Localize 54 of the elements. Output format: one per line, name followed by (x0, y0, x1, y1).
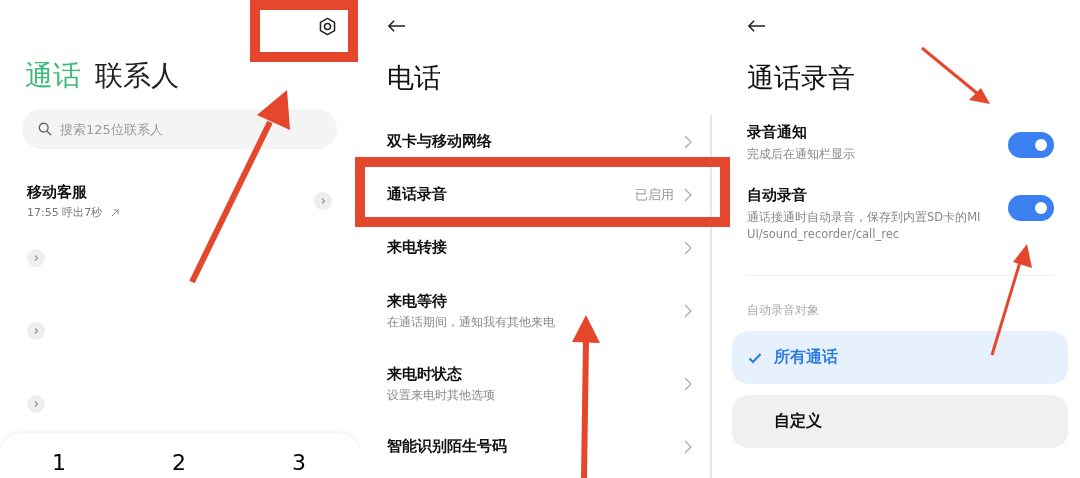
settings-row[interactable]: 双卡与移动网络 (360, 115, 720, 168)
chevron-icon (684, 240, 692, 255)
details-button[interactable] (27, 249, 45, 267)
details-button[interactable] (27, 322, 45, 340)
details-button[interactable] (27, 395, 45, 413)
setting-label: 通话录音 (387, 185, 448, 204)
chevron-icon (32, 254, 40, 262)
option-item[interactable]: 自定义 (732, 395, 1068, 448)
check-icon (748, 351, 762, 364)
chevron-icon (684, 439, 692, 454)
back-arrow-icon[interactable] (387, 19, 406, 33)
setting-label: 双卡与移动网络 (387, 132, 493, 151)
contact-name: 移动客服 (27, 183, 88, 202)
settings-row[interactable]: 智能识别陌生号码 (360, 420, 720, 473)
pointer-arrow (921, 46, 990, 104)
toggle-switch[interactable] (1008, 195, 1054, 221)
back-arrow-icon[interactable] (747, 19, 766, 33)
setting-description: 通话接通时自动录音，保存到内置SD卡的MIUI/sound_recorder/call_rec (747, 209, 982, 243)
dial-key[interactable]: 3 (286, 449, 312, 477)
chevron-icon (684, 376, 692, 391)
setting-label: 来电转接 (387, 238, 448, 257)
chevron-icon (32, 400, 40, 408)
toggle-switch[interactable] (1008, 132, 1054, 158)
dial-key[interactable]: 2 (166, 449, 192, 477)
setting-label: 自动录音 (747, 186, 808, 205)
chevron-icon (32, 327, 40, 335)
settings-row[interactable]: 来电等待 在通话期间，通知我有其他来电 (360, 274, 720, 347)
search-icon (38, 122, 52, 136)
page-title: 通话录音 (747, 61, 855, 95)
setting-label: 录音通知 (747, 123, 808, 142)
dial-key[interactable]: 1 (46, 449, 72, 477)
search-field[interactable]: 搜索125位联系人 (22, 109, 337, 149)
setting-description: 设置来电时其他选项 (387, 387, 496, 403)
page-title: 电话 (387, 61, 441, 95)
setting-value: 已启用 (635, 185, 674, 204)
settings-row[interactable]: 通话录音 已启用 (360, 168, 720, 221)
section-label: 自动录音对象 (747, 303, 820, 318)
setting-description: 完成后在通知栏显示 (747, 146, 856, 163)
settings-row[interactable]: 来电转接 (360, 221, 720, 274)
call-detail: 17:55 呼出7秒 (27, 205, 103, 220)
chevron-icon (684, 187, 692, 202)
chevron-icon (319, 197, 327, 205)
option-item[interactable]: 所有通话 (732, 331, 1068, 384)
outgoing-call-icon (110, 207, 121, 218)
settings-row[interactable]: 来电时状态 设置来电时其他选项 (360, 347, 720, 420)
setting-label: 来电时状态 (387, 364, 463, 384)
tab[interactable]: 联系人 (95, 57, 179, 95)
chevron-icon (684, 303, 692, 318)
chevron-icon (684, 134, 692, 149)
setting-label: 智能识别陌生号码 (387, 437, 508, 456)
setting-description: 在通话期间，通知我有其他来电 (387, 314, 556, 330)
settings-icon[interactable] (318, 16, 337, 36)
details-button[interactable] (314, 192, 332, 210)
setting-label: 来电等待 (387, 291, 448, 311)
